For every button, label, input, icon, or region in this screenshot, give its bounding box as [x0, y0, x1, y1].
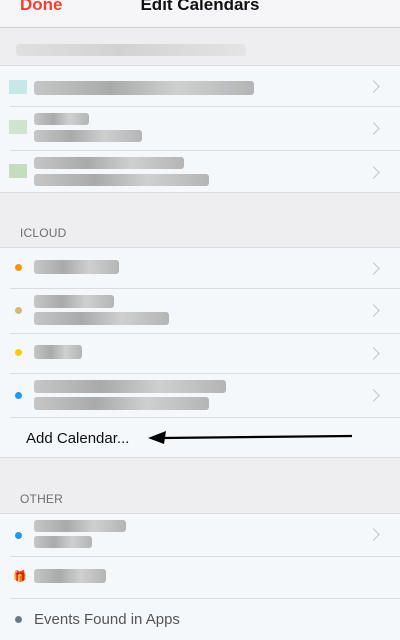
calendar-row[interactable]	[0, 66, 400, 106]
blurred-calendar-name	[34, 113, 89, 125]
icloud-calendar-group: Add Calendar...	[0, 247, 400, 458]
chevron-right-icon[interactable]	[367, 347, 380, 360]
chevron-right-icon[interactable]	[367, 80, 380, 93]
chevron-right-icon[interactable]	[367, 262, 380, 275]
section-header-icloud: ICLOUD	[20, 226, 67, 240]
calendar-color-dot	[15, 392, 22, 399]
section-header-other: OTHER	[20, 492, 63, 506]
calendar-color-dot	[15, 264, 22, 271]
calendar-row[interactable]	[0, 514, 400, 556]
events-found-label: Events Found in Apps	[34, 611, 180, 628]
blurred-calendar-name	[34, 260, 119, 274]
chevron-right-icon[interactable]	[367, 304, 380, 317]
calendar-row[interactable]	[0, 288, 400, 333]
blurred-calendar-name	[34, 345, 82, 359]
navigation-bar: Done Edit Calendars	[0, 0, 400, 28]
calendar-row[interactable]: 🎁	[0, 556, 400, 598]
calendar-row[interactable]	[0, 248, 400, 288]
calendar-color-dot	[15, 532, 22, 539]
add-calendar-button[interactable]: Add Calendar...	[26, 430, 129, 447]
events-found-row[interactable]: Events Found in Apps	[0, 598, 400, 640]
blurred-calendar-name	[34, 295, 114, 308]
blurred-calendar-detail	[34, 536, 92, 548]
blurred-calendar-name	[34, 380, 226, 393]
blurred-calendar-name	[34, 569, 106, 583]
calendar-row[interactable]	[0, 333, 400, 373]
chevron-right-icon[interactable]	[367, 166, 380, 179]
calendar-row[interactable]	[0, 106, 400, 150]
blurred-calendar-detail	[34, 130, 142, 142]
blurred-calendar-detail	[34, 397, 209, 410]
chevron-right-icon[interactable]	[367, 389, 380, 402]
calendar-color-swatch	[9, 120, 27, 134]
blurred-calendar-detail	[34, 174, 209, 186]
calendar-color-swatch	[9, 164, 27, 178]
blurred-account-header	[16, 44, 246, 56]
chevron-right-icon[interactable]	[367, 122, 380, 135]
blurred-calendar-name	[34, 157, 184, 169]
calendar-color-dot	[15, 349, 22, 356]
blurred-calendar-name	[34, 81, 254, 95]
gift-icon: 🎁	[13, 571, 27, 583]
calendar-color-dot	[15, 616, 22, 623]
calendar-row[interactable]	[0, 373, 400, 417]
calendar-row[interactable]	[0, 150, 400, 194]
blurred-calendar-detail	[34, 312, 169, 325]
calendar-color-dot	[15, 307, 22, 314]
page-title: Edit Calendars	[140, 0, 260, 14]
annotation-arrow	[148, 431, 352, 444]
other-calendar-group: 🎁 Events Found in Apps	[0, 513, 400, 640]
account-calendar-group	[0, 65, 400, 193]
calendar-color-swatch	[9, 80, 27, 94]
blurred-calendar-name	[34, 520, 126, 532]
chevron-right-icon[interactable]	[367, 528, 380, 541]
